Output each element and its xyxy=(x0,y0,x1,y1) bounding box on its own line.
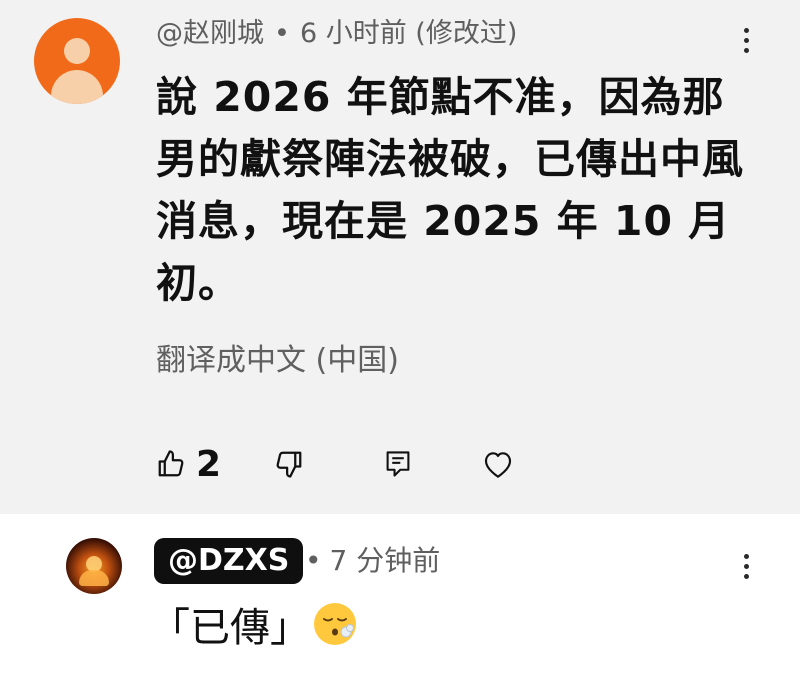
thumbs-down-icon xyxy=(276,451,302,478)
avatar[interactable] xyxy=(34,18,120,104)
like-button[interactable]: 2 xyxy=(156,440,221,488)
more-vert-icon[interactable] xyxy=(734,28,758,58)
avatar-body xyxy=(51,70,103,104)
avatar-figure-body xyxy=(79,570,109,586)
comment-meta: • 7 分钟前 xyxy=(305,538,440,584)
translate-link[interactable]: 翻译成中文 (中国) xyxy=(156,340,399,382)
comment-meta: @赵刚城 • 6 小时前 (修改过) xyxy=(156,14,517,54)
heart-button[interactable] xyxy=(482,440,514,488)
comment-author[interactable]: @赵刚城 xyxy=(156,18,264,49)
comment-time: 7 分钟前 xyxy=(329,544,441,577)
reply-icon xyxy=(386,451,410,477)
like-count: 2 xyxy=(196,443,222,485)
avatar[interactable] xyxy=(66,538,122,594)
comment-highlighted: @赵刚城 • 6 小时前 (修改过) 說 2026 年節點不准，因為那男的獻祭陣法被… xyxy=(0,0,800,514)
avatar-head xyxy=(64,38,90,64)
thumbs-up-icon xyxy=(158,450,184,477)
more-vert-icon[interactable] xyxy=(734,554,758,584)
meta-separator: • xyxy=(305,544,322,577)
reply-button[interactable] xyxy=(384,440,412,488)
dislike-button[interactable] xyxy=(274,440,304,488)
comment-text-content: 「已傳」 xyxy=(150,605,310,651)
heart-icon xyxy=(484,452,512,478)
face-exhaling-emoji xyxy=(312,601,358,662)
comment-author-highlighted[interactable]: @DZXS xyxy=(154,538,304,584)
comment-actions: 2 xyxy=(156,440,576,488)
comment-text: 說 2026 年節點不准，因為那男的獻祭陣法被破，已傳出中風消息，現在是 202… xyxy=(156,73,744,307)
comment-text: 「已傳」 xyxy=(150,600,358,662)
comment-time: 6 小时前 (修改过) xyxy=(299,18,518,49)
meta-separator: • xyxy=(274,18,290,49)
